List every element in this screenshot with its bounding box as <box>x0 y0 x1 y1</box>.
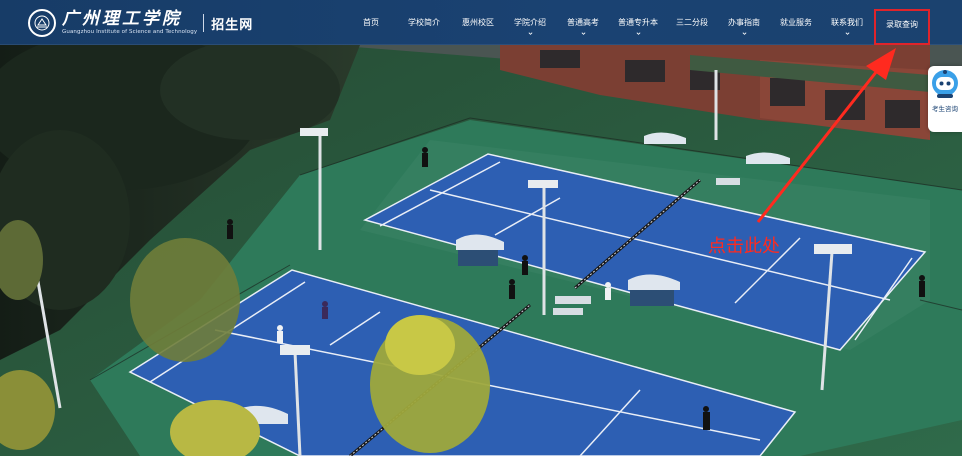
nav-admission-query[interactable]: 录取查询 <box>874 9 930 45</box>
nav-service-guide[interactable]: 办事指南 <box>724 0 764 45</box>
site-logo[interactable]: 广州理工学院 Guangzhou Institute of Science an… <box>28 7 253 39</box>
nav-upgrade-admission[interactable]: 普通专升本 <box>614 0 662 45</box>
school-seal-icon <box>28 9 56 37</box>
main-nav: 首页 学校简介 惠州校区 学院介绍 普通高考 普通专升本 三二分段 办事指南 就… <box>352 0 932 45</box>
nav-label: 普通专升本 <box>618 18 658 27</box>
school-name-en: Guangzhou Institute of Science and Techn… <box>62 29 198 35</box>
logo-subtitle: 招生网 <box>211 17 254 33</box>
site-header: 广州理工学院 Guangzhou Institute of Science an… <box>0 0 962 45</box>
nav-label: 普通高考 <box>567 18 599 27</box>
nav-label: 办事指南 <box>728 18 760 27</box>
nav-label: 学院介绍 <box>514 18 546 27</box>
nav-huizhou-campus[interactable]: 惠州校区 <box>458 0 498 45</box>
chevron-down-icon <box>528 32 532 35</box>
chevron-down-icon <box>845 32 849 35</box>
nav-label: 联系我们 <box>831 18 863 27</box>
logo-text: 广州理工学院 Guangzhou Institute of Science an… <box>62 10 197 36</box>
nav-regular-admission[interactable]: 普通高考 <box>563 0 603 45</box>
nav-college-intro[interactable]: 学院介绍 <box>510 0 550 45</box>
chevron-down-icon <box>581 32 585 35</box>
nav-three-two-segment[interactable]: 三二分段 <box>672 0 712 45</box>
consult-label: 考生咨询 <box>932 105 958 113</box>
nav-contact-us[interactable]: 联系我们 <box>827 0 867 45</box>
nav-label: 三二分段 <box>676 18 708 27</box>
nav-label: 录取查询 <box>886 20 918 29</box>
annotation-click-here-text: 点击此处 <box>708 236 780 257</box>
chevron-down-icon <box>742 32 746 35</box>
nav-label: 惠州校区 <box>462 18 494 27</box>
page: 广州理工学院 Guangzhou Institute of Science an… <box>0 0 962 456</box>
nav-label: 就业服务 <box>780 18 812 27</box>
robot-avatar-icon <box>932 70 958 98</box>
student-consult-widget[interactable]: 考生咨询 <box>928 66 962 132</box>
nav-label: 学校简介 <box>408 18 440 27</box>
campus-tennis-court-photo <box>0 0 962 456</box>
nav-employment-service[interactable]: 就业服务 <box>776 0 816 45</box>
nav-home[interactable]: 首页 <box>356 0 386 45</box>
school-name-cn: 广州理工学院 <box>62 9 182 29</box>
nav-label: 首页 <box>363 18 379 27</box>
nav-school-intro[interactable]: 学校简介 <box>404 0 444 45</box>
chevron-down-icon <box>636 32 640 35</box>
logo-divider <box>203 14 205 32</box>
